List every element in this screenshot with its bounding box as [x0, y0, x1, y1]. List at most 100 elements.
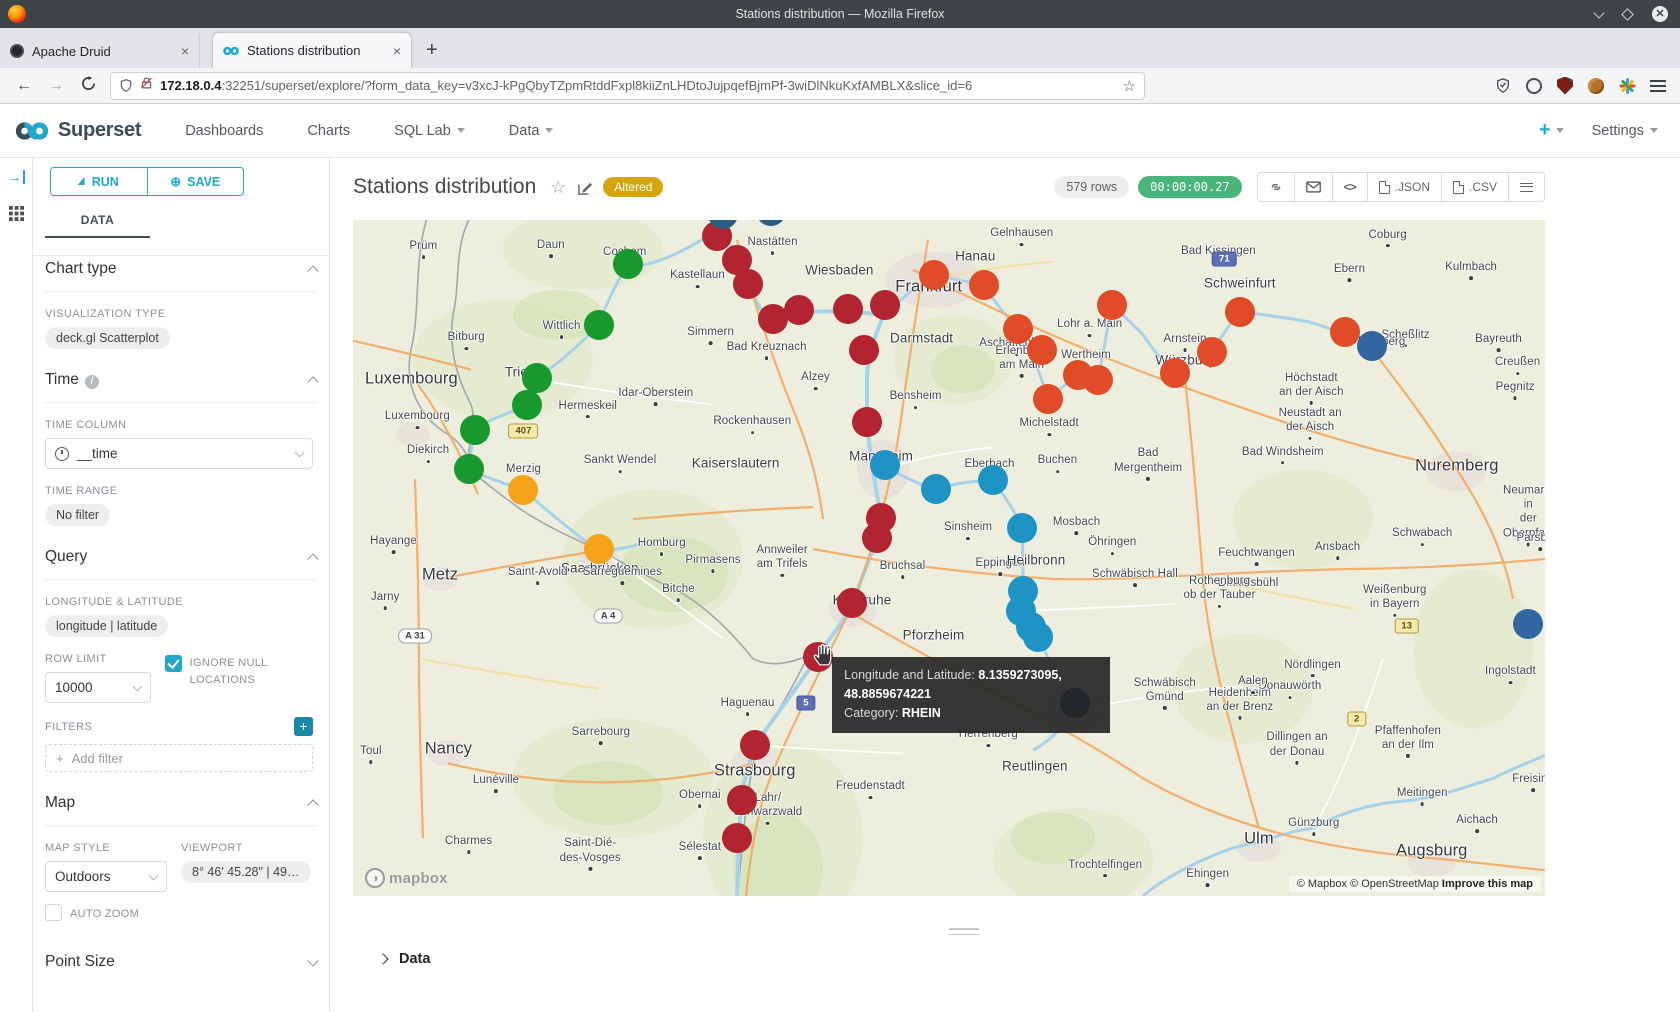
- station-point[interactable]: [1027, 335, 1057, 365]
- copy-link-button[interactable]: [1258, 173, 1295, 201]
- export-json-button[interactable]: .JSON: [1368, 173, 1442, 201]
- station-point[interactable]: [584, 310, 614, 340]
- viz-type-value[interactable]: deck.gl Scatterplot: [45, 327, 170, 349]
- bookmark-star-icon[interactable]: ☆: [1123, 77, 1136, 95]
- tab-close-icon[interactable]: ×: [393, 43, 401, 59]
- nav-charts[interactable]: Charts: [307, 123, 350, 139]
- section-header-map[interactable]: Map: [45, 794, 317, 826]
- station-point[interactable]: [733, 269, 763, 299]
- superset-logo[interactable]: Superset: [14, 119, 141, 142]
- browser-menu-icon[interactable]: [1650, 80, 1666, 92]
- station-point[interactable]: [727, 785, 757, 815]
- ignore-null-checkbox-row[interactable]: IGNORE NULL LOCATIONS: [165, 655, 313, 689]
- new-item-button[interactable]: +: [1539, 119, 1564, 142]
- station-point[interactable]: [921, 474, 951, 504]
- section-header-query[interactable]: Query: [45, 548, 317, 580]
- station-point[interactable]: [1083, 365, 1113, 395]
- cookie-extension-icon[interactable]: [1588, 78, 1604, 94]
- email-button[interactable]: [1295, 173, 1333, 201]
- station-point[interactable]: [460, 415, 490, 445]
- edit-pencil-icon[interactable]: [578, 180, 593, 195]
- station-point[interactable]: [978, 465, 1008, 495]
- station-point[interactable]: [522, 363, 552, 393]
- run-button[interactable]: RUN: [51, 168, 147, 195]
- station-point[interactable]: [1007, 513, 1037, 543]
- chart-menu-button[interactable]: [1509, 173, 1544, 201]
- container-extension-icon[interactable]: [1526, 78, 1542, 94]
- dataset-grid-icon[interactable]: [9, 206, 24, 221]
- row-limit-select[interactable]: 10000: [45, 672, 151, 703]
- lonlat-value[interactable]: longitude | latitude: [45, 615, 168, 637]
- nav-dashboards[interactable]: Dashboards: [185, 123, 263, 139]
- back-button[interactable]: ←: [8, 77, 40, 95]
- permissions-shield-icon[interactable]: [119, 78, 133, 93]
- station-point[interactable]: [1330, 317, 1360, 347]
- nav-sql-lab[interactable]: SQL Lab: [394, 123, 465, 139]
- tab-data[interactable]: DATA: [45, 213, 150, 238]
- station-point[interactable]: [849, 335, 879, 365]
- data-panel-toggle[interactable]: Data: [379, 951, 430, 967]
- window-close-icon[interactable]: ✕: [1652, 6, 1668, 22]
- station-point[interactable]: [870, 450, 900, 480]
- station-point[interactable]: [919, 260, 949, 290]
- station-point[interactable]: [512, 390, 542, 420]
- export-csv-button[interactable]: .CSV: [1442, 173, 1509, 201]
- station-point[interactable]: [852, 407, 882, 437]
- add-filter-dropzone[interactable]: + Add filter: [45, 744, 313, 772]
- mapbox-logo[interactable]: ◑ mapbox: [365, 868, 448, 888]
- station-point[interactable]: [1197, 337, 1227, 367]
- map-style-select[interactable]: Outdoors: [45, 861, 167, 892]
- insecure-lock-icon[interactable]: [140, 76, 153, 95]
- station-point[interactable]: [1097, 290, 1127, 320]
- station-point[interactable]: [1023, 622, 1053, 652]
- window-minimize-icon[interactable]: [1593, 7, 1604, 18]
- section-header-chart-type[interactable]: Chart type: [45, 260, 317, 292]
- station-point[interactable]: [784, 295, 814, 325]
- station-point[interactable]: [1033, 384, 1063, 414]
- station-point[interactable]: [508, 475, 538, 505]
- embed-code-button[interactable]: <>: [1333, 173, 1368, 201]
- forward-button[interactable]: →: [40, 77, 72, 95]
- time-column-select[interactable]: __time: [45, 438, 313, 469]
- url-bar[interactable]: 172.18.0.4:32251/superset/explore/?form_…: [110, 72, 1145, 100]
- deckgl-scatterplot-map[interactable]: PrümDaunCochemNastättenGelnhausenBad Kis…: [353, 220, 1545, 896]
- tracking-protection-icon[interactable]: [1495, 77, 1511, 94]
- favorite-star-icon[interactable]: ☆: [550, 177, 566, 198]
- viewport-value[interactable]: 8° 46' 45.28" | 49…: [181, 861, 311, 883]
- station-point[interactable]: [837, 588, 867, 618]
- nav-data[interactable]: Data: [509, 123, 554, 139]
- section-header-time[interactable]: Timei: [45, 371, 317, 403]
- window-maximize-icon[interactable]: [1621, 8, 1634, 21]
- collapse-panel-icon[interactable]: →: [8, 170, 25, 184]
- station-point[interactable]: [1225, 297, 1255, 327]
- station-point[interactable]: [740, 730, 770, 760]
- station-point[interactable]: [613, 249, 643, 279]
- reload-button[interactable]: [72, 76, 104, 96]
- osm-attribution-link[interactable]: © OpenStreetMap: [1350, 878, 1442, 890]
- station-point[interactable]: [870, 290, 900, 320]
- ublock-extension-icon[interactable]: 2: [1557, 77, 1573, 95]
- station-point[interactable]: [969, 270, 999, 300]
- settings-menu[interactable]: Settings: [1592, 123, 1658, 139]
- checkbox-unchecked-icon[interactable]: [45, 904, 62, 921]
- station-point[interactable]: [833, 294, 863, 324]
- pane-drag-handle[interactable]: [949, 928, 979, 939]
- mapbox-attribution-link[interactable]: © Mapbox: [1297, 878, 1350, 890]
- auto-zoom-checkbox-row[interactable]: AUTO ZOOM: [45, 904, 167, 923]
- new-tab-button[interactable]: +: [426, 39, 438, 68]
- station-point[interactable]: [1513, 609, 1543, 639]
- section-header-point-size[interactable]: Point Size: [45, 953, 317, 984]
- station-point[interactable]: [1003, 314, 1033, 344]
- tab-stations-distribution[interactable]: Stations distribution ×: [212, 32, 412, 68]
- station-point[interactable]: [862, 523, 892, 553]
- tab-apache-druid[interactable]: Apache Druid ×: [0, 34, 200, 68]
- add-filter-plus-button[interactable]: +: [294, 717, 313, 736]
- station-point[interactable]: [1160, 358, 1190, 388]
- station-point[interactable]: [584, 534, 614, 564]
- tab-close-icon[interactable]: ×: [181, 43, 189, 59]
- improve-map-link[interactable]: Improve this map: [1442, 878, 1533, 890]
- station-point[interactable]: [1357, 331, 1387, 361]
- colorful-extension-icon[interactable]: [1619, 78, 1635, 94]
- checkbox-checked-icon[interactable]: [165, 655, 182, 672]
- station-point[interactable]: [454, 454, 484, 484]
